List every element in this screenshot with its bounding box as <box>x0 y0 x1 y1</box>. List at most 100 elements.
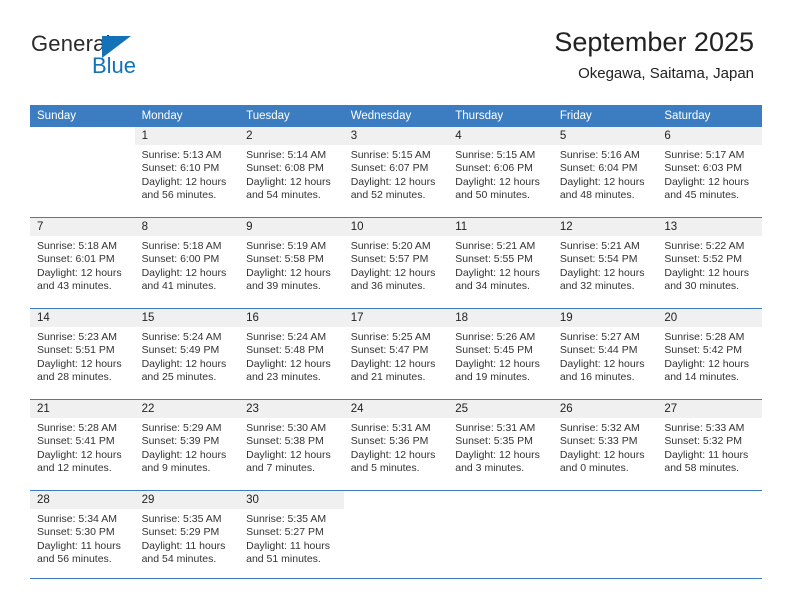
day-cell-inner: 7 Sunrise: 5:18 AM Sunset: 6:01 PM Daylight… <box>30 218 135 308</box>
calendar-cell-empty <box>343 490 449 581</box>
general-blue-logo[interactable]: General Blue <box>31 31 231 83</box>
day-detail-daylight-line2: and 0 minutes. <box>559 462 629 475</box>
day-detail-daylight-line2: and 51 minutes. <box>246 553 321 566</box>
calendar-day-cell[interactable]: 18 Sunrise: 5:26 AM Sunset: 5:45 PM Dayligh… <box>448 308 553 400</box>
day-cell-inner: 2 Sunrise: 5:14 AM Sunset: 6:08 PM Daylight… <box>239 127 344 217</box>
day-detail-sunrise: Sunrise: 5:34 AM <box>37 513 117 525</box>
day-detail-sunrise: Sunrise: 5:31 AM <box>350 422 431 434</box>
day-detail-sunrise: Sunrise: 5:25 AM <box>350 331 431 343</box>
day-detail-sunset: Sunset: 5:38 PM <box>246 435 324 448</box>
day-detail-daylight-line1: Daylight: 12 hours <box>455 448 540 461</box>
calendar-day-cell[interactable]: 15 Sunrise: 5:24 AM Sunset: 5:49 PM Dayligh… <box>134 308 240 400</box>
day-cell-inner <box>552 491 658 581</box>
day-detail-daylight-line1: Daylight: 12 hours <box>559 448 645 461</box>
day-detail-sunset: Sunset: 6:01 PM <box>37 253 115 266</box>
day-detail-daylight-line2: and 9 minutes. <box>141 462 211 475</box>
day-number: 17 <box>343 309 449 327</box>
day-details: Sunrise: 5:21 AM Sunset: 5:54 PM Daylight:… <box>553 236 658 294</box>
day-detail-daylight-line2: and 56 minutes. <box>141 189 217 202</box>
day-details <box>30 145 135 149</box>
day-details: Sunrise: 5:26 AM Sunset: 5:45 PM Daylight:… <box>448 327 553 385</box>
calendar-day-cell[interactable]: 20 Sunrise: 5:28 AM Sunset: 5:42 PM Dayligh… <box>657 308 762 400</box>
calendar-day-cell[interactable]: 8 Sunrise: 5:18 AM Sunset: 6:00 PM Daylight… <box>134 217 240 309</box>
day-number <box>448 491 553 509</box>
calendar-day-cell[interactable]: 26 Sunrise: 5:32 AM Sunset: 5:33 PM Dayligh… <box>552 399 658 491</box>
day-detail-sunrise: Sunrise: 5:32 AM <box>559 422 640 434</box>
day-cell-inner: 15 Sunrise: 5:24 AM Sunset: 5:49 PM Dayligh… <box>134 309 240 399</box>
day-details: Sunrise: 5:17 AM Sunset: 6:03 PM Daylight:… <box>657 145 762 203</box>
day-detail-daylight-line2: and 52 minutes. <box>350 189 426 202</box>
day-detail-daylight-line1: Daylight: 11 hours <box>37 539 121 552</box>
calendar-day-cell[interactable]: 7 Sunrise: 5:18 AM Sunset: 6:01 PM Daylight… <box>30 217 135 309</box>
calendar-day-cell[interactable]: 28 Sunrise: 5:34 AM Sunset: 5:30 PM Dayligh… <box>30 490 135 581</box>
day-details: Sunrise: 5:28 AM Sunset: 5:42 PM Daylight:… <box>657 327 762 385</box>
calendar-day-cell[interactable]: 2 Sunrise: 5:14 AM Sunset: 6:08 PM Daylight… <box>239 127 344 218</box>
calendar-day-cell[interactable]: 1 Sunrise: 5:13 AM Sunset: 6:10 PM Daylight… <box>134 127 240 218</box>
day-detail-sunrise: Sunrise: 5:23 AM <box>37 331 117 343</box>
day-detail-sunset: Sunset: 5:30 PM <box>37 526 115 539</box>
day-detail-daylight-line2: and 41 minutes. <box>141 280 217 293</box>
day-detail-daylight-line2: and 34 minutes. <box>455 280 530 293</box>
weekday-header-row: Sunday Monday Tuesday Wednesday Thursday… <box>30 105 762 127</box>
day-detail-sunset: Sunset: 5:29 PM <box>141 526 220 539</box>
calendar-day-cell[interactable]: 24 Sunrise: 5:31 AM Sunset: 5:36 PM Dayligh… <box>343 399 449 491</box>
weekday-header-saturday: Saturday <box>657 105 762 127</box>
day-cell-inner: 5 Sunrise: 5:16 AM Sunset: 6:04 PM Daylight… <box>552 127 658 217</box>
day-details: Sunrise: 5:21 AM Sunset: 5:55 PM Daylight:… <box>448 236 553 294</box>
day-number: 16 <box>239 309 344 327</box>
day-detail-sunset: Sunset: 6:07 PM <box>350 162 429 175</box>
day-detail-daylight-line1: Daylight: 12 hours <box>141 357 227 370</box>
page-subtitle: Okegawa, Saitama, Japan <box>578 65 754 82</box>
day-detail-daylight-line1: Daylight: 12 hours <box>664 357 750 370</box>
calendar-day-cell[interactable]: 4 Sunrise: 5:15 AM Sunset: 6:06 PM Daylight… <box>448 127 553 218</box>
day-detail-daylight-line1: Daylight: 12 hours <box>350 448 436 461</box>
calendar-day-cell[interactable]: 11 Sunrise: 5:21 AM Sunset: 5:55 PM Dayligh… <box>448 217 553 309</box>
day-cell-inner: 3 Sunrise: 5:15 AM Sunset: 6:07 PM Daylight… <box>343 127 449 217</box>
calendar-day-cell[interactable]: 9 Sunrise: 5:19 AM Sunset: 5:58 PM Daylight… <box>239 217 344 309</box>
day-detail-sunset: Sunset: 5:54 PM <box>559 253 638 266</box>
day-detail-sunset: Sunset: 5:35 PM <box>455 435 533 448</box>
day-cell-inner: 14 Sunrise: 5:23 AM Sunset: 5:51 PM Dayligh… <box>30 309 135 399</box>
calendar-day-cell[interactable]: 6 Sunrise: 5:17 AM Sunset: 6:03 PM Daylight… <box>657 127 762 218</box>
day-detail-sunrise: Sunrise: 5:21 AM <box>455 240 536 252</box>
day-cell-inner: 19 Sunrise: 5:27 AM Sunset: 5:44 PM Dayligh… <box>552 309 658 399</box>
calendar-day-cell[interactable]: 22 Sunrise: 5:29 AM Sunset: 5:39 PM Dayligh… <box>134 399 240 491</box>
day-number: 12 <box>552 218 658 236</box>
calendar-day-cell[interactable]: 21 Sunrise: 5:28 AM Sunset: 5:41 PM Dayligh… <box>30 399 135 491</box>
day-details: Sunrise: 5:15 AM Sunset: 6:06 PM Daylight:… <box>448 145 553 203</box>
day-cell-inner: 9 Sunrise: 5:19 AM Sunset: 5:58 PM Daylight… <box>239 218 344 308</box>
day-detail-daylight-line1: Daylight: 12 hours <box>455 266 540 279</box>
calendar-day-cell[interactable]: 27 Sunrise: 5:33 AM Sunset: 5:32 PM Dayligh… <box>657 399 762 491</box>
calendar-week-row: 14 Sunrise: 5:23 AM Sunset: 5:51 PM Dayligh… <box>30 308 762 400</box>
calendar-week-row: 7 Sunrise: 5:18 AM Sunset: 6:01 PM Daylight… <box>30 217 762 309</box>
calendar-day-cell[interactable]: 25 Sunrise: 5:31 AM Sunset: 5:35 PM Dayligh… <box>448 399 553 491</box>
calendar-day-cell[interactable]: 30 Sunrise: 5:35 AM Sunset: 5:27 PM Dayligh… <box>239 490 344 581</box>
day-number: 22 <box>134 400 240 418</box>
calendar-day-cell[interactable]: 3 Sunrise: 5:15 AM Sunset: 6:07 PM Daylight… <box>343 127 449 218</box>
day-detail-daylight-line2: and 30 minutes. <box>664 280 740 293</box>
day-cell-inner: 16 Sunrise: 5:24 AM Sunset: 5:48 PM Dayligh… <box>239 309 344 399</box>
day-cell-inner <box>657 491 762 581</box>
calendar-day-cell[interactable]: 13 Sunrise: 5:22 AM Sunset: 5:52 PM Dayligh… <box>657 217 762 309</box>
day-details: Sunrise: 5:33 AM Sunset: 5:32 PM Daylight:… <box>657 418 762 476</box>
calendar-day-cell[interactable]: 14 Sunrise: 5:23 AM Sunset: 5:51 PM Dayligh… <box>30 308 135 400</box>
day-detail-sunrise: Sunrise: 5:18 AM <box>141 240 222 252</box>
day-number: 23 <box>239 400 344 418</box>
calendar-day-cell[interactable]: 29 Sunrise: 5:35 AM Sunset: 5:29 PM Dayligh… <box>134 490 240 581</box>
calendar-day-cell[interactable]: 10 Sunrise: 5:20 AM Sunset: 5:57 PM Dayligh… <box>343 217 449 309</box>
day-detail-daylight-line1: Daylight: 12 hours <box>559 266 645 279</box>
day-details: Sunrise: 5:24 AM Sunset: 5:48 PM Daylight:… <box>239 327 344 385</box>
day-cell-inner: 12 Sunrise: 5:21 AM Sunset: 5:54 PM Dayligh… <box>552 218 658 308</box>
calendar-week-row: 21 Sunrise: 5:28 AM Sunset: 5:41 PM Dayligh… <box>30 399 762 491</box>
calendar-day-cell[interactable]: 17 Sunrise: 5:25 AM Sunset: 5:47 PM Dayligh… <box>343 308 449 400</box>
calendar-table: Sunday Monday Tuesday Wednesday Thursday… <box>30 105 762 581</box>
day-cell-inner: 25 Sunrise: 5:31 AM Sunset: 5:35 PM Dayligh… <box>448 400 553 490</box>
weekday-header-wednesday: Wednesday <box>343 105 449 127</box>
calendar-day-cell[interactable]: 5 Sunrise: 5:16 AM Sunset: 6:04 PM Daylight… <box>552 127 658 218</box>
calendar-day-cell[interactable]: 19 Sunrise: 5:27 AM Sunset: 5:44 PM Dayligh… <box>552 308 658 400</box>
calendar-day-cell[interactable]: 16 Sunrise: 5:24 AM Sunset: 5:48 PM Dayligh… <box>239 308 344 400</box>
day-details: Sunrise: 5:32 AM Sunset: 5:33 PM Daylight:… <box>553 418 658 476</box>
day-number: 19 <box>552 309 658 327</box>
calendar-day-cell[interactable]: 12 Sunrise: 5:21 AM Sunset: 5:54 PM Dayligh… <box>552 217 658 309</box>
calendar-day-cell[interactable]: 23 Sunrise: 5:30 AM Sunset: 5:38 PM Dayligh… <box>239 399 344 491</box>
